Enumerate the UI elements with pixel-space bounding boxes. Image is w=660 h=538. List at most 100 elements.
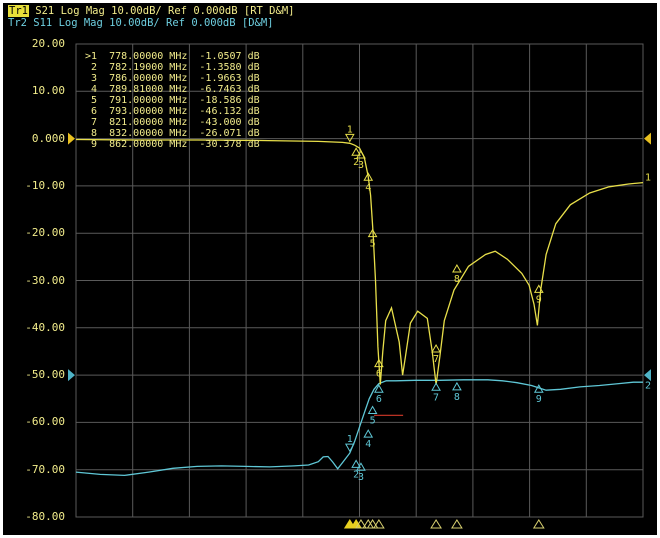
ref-arrow-left-s21[interactable] bbox=[68, 132, 75, 145]
s11-marker-5[interactable]: 5 bbox=[367, 405, 378, 426]
svg-text:9: 9 bbox=[536, 394, 542, 405]
y-tick-label: -70.00 bbox=[25, 462, 65, 476]
marker-value: -6.7463 bbox=[187, 84, 242, 95]
y-tick-label: -80.00 bbox=[25, 510, 65, 523]
marker-unit: MHz bbox=[163, 128, 188, 139]
svg-text:3: 3 bbox=[358, 472, 364, 483]
marker-value: -18.586 bbox=[187, 95, 242, 106]
marker-unit: MHz bbox=[163, 51, 188, 62]
marker-unit: MHz bbox=[163, 62, 188, 73]
marker-db: dB bbox=[241, 95, 260, 106]
y-tick-label: -10.00 bbox=[25, 178, 65, 192]
s11-marker-7[interactable]: 7 bbox=[431, 382, 441, 403]
marker-position-indicator-8[interactable] bbox=[451, 519, 463, 529]
svg-text:6: 6 bbox=[376, 369, 382, 380]
marker-row[interactable]: 6 793.00000 MHz -46.132 dB bbox=[85, 106, 260, 117]
marker-freq: 791.00000 bbox=[97, 95, 164, 106]
marker-db: dB bbox=[241, 51, 260, 62]
marker-row[interactable]: 5 791.00000 MHz -18.586 dB bbox=[85, 95, 260, 106]
marker-row[interactable]: 4 789.81000 MHz -6.7463 dB bbox=[85, 84, 260, 95]
marker-unit: MHz bbox=[163, 95, 188, 106]
marker-freq: 832.00000 bbox=[97, 128, 164, 139]
marker-freq: 786.00000 bbox=[97, 73, 164, 84]
s11-marker-3[interactable]: 3 bbox=[356, 462, 366, 483]
svg-text:3: 3 bbox=[358, 160, 364, 171]
y-tick-label: 0.000 bbox=[31, 131, 65, 145]
ref-arrow-right-s21[interactable] bbox=[644, 132, 651, 145]
marker-db: dB bbox=[241, 62, 260, 73]
marker-unit: MHz bbox=[163, 84, 188, 95]
svg-text:1: 1 bbox=[347, 434, 353, 445]
marker-position-indicator-7[interactable] bbox=[430, 519, 442, 529]
marker-db: dB bbox=[241, 117, 260, 128]
svg-text:1: 1 bbox=[347, 124, 353, 135]
s11-marker-4[interactable]: 4 bbox=[363, 429, 374, 450]
svg-text:8: 8 bbox=[454, 274, 460, 285]
svg-text:4: 4 bbox=[365, 439, 371, 450]
marker-unit: MHz bbox=[163, 106, 188, 117]
marker-db: dB bbox=[241, 84, 260, 95]
marker-id: 3 bbox=[85, 73, 98, 84]
svg-text:7: 7 bbox=[433, 354, 439, 365]
svg-text:4: 4 bbox=[365, 182, 371, 193]
marker-value: -26.071 bbox=[187, 128, 242, 139]
marker-id: 4 bbox=[85, 84, 98, 95]
s21-marker-9[interactable]: 9 bbox=[533, 284, 544, 305]
marker-value: -1.0507 bbox=[187, 51, 242, 62]
ref-arrow-right-s11[interactable] bbox=[644, 369, 651, 382]
y-tick-label: -30.00 bbox=[25, 273, 65, 287]
marker-id: 5 bbox=[85, 95, 98, 106]
s21-marker-3[interactable]: 3 bbox=[356, 150, 366, 171]
marker-id: 7 bbox=[85, 117, 98, 128]
ref-arrow-left-s11[interactable] bbox=[68, 369, 75, 382]
marker-value: -1.9663 bbox=[187, 73, 242, 84]
marker-db: dB bbox=[241, 139, 260, 150]
marker-id: 9 bbox=[85, 139, 98, 150]
s21-marker-7[interactable]: 7 bbox=[431, 343, 441, 365]
marker-row[interactable]: >1 778.00000 MHz -1.0507 dB bbox=[85, 51, 260, 62]
marker-row[interactable]: 8 832.00000 MHz -26.071 dB bbox=[85, 128, 260, 139]
y-tick-label: -60.00 bbox=[25, 415, 65, 429]
marker-freq: 782.19000 bbox=[97, 62, 164, 73]
marker-row[interactable]: 3 786.00000 MHz -1.9663 dB bbox=[85, 73, 260, 84]
marker-id: >1 bbox=[85, 51, 98, 62]
y-tick-label: 20.00 bbox=[31, 37, 65, 50]
svg-text:8: 8 bbox=[454, 392, 460, 403]
svg-text:5: 5 bbox=[370, 415, 376, 426]
marker-id: 6 bbox=[85, 106, 98, 117]
marker-row[interactable]: 7 821.00000 MHz -43.000 dB bbox=[85, 117, 260, 128]
marker-freq: 793.00000 bbox=[97, 106, 164, 117]
trace1-end-label: 1 bbox=[645, 172, 651, 183]
marker-db: dB bbox=[241, 128, 260, 139]
marker-id: 8 bbox=[85, 128, 98, 139]
s11-marker-1[interactable]: 1 bbox=[344, 434, 355, 453]
marker-value: -43.000 bbox=[187, 117, 242, 128]
s11-marker-8[interactable]: 8 bbox=[452, 381, 462, 403]
y-tick-label: -20.00 bbox=[25, 226, 65, 240]
marker-row[interactable]: 2 782.19000 MHz -1.3580 dB bbox=[85, 62, 260, 73]
marker-freq: 821.00000 bbox=[97, 117, 164, 128]
marker-position-indicator-9[interactable] bbox=[532, 519, 545, 529]
marker-freq: 862.00000 bbox=[97, 139, 164, 150]
y-tick-label: -50.00 bbox=[25, 368, 65, 382]
marker-row[interactable]: 9 862.00000 MHz -30.378 dB bbox=[85, 139, 260, 150]
marker-value: -46.132 bbox=[187, 106, 242, 117]
y-tick-label: 10.00 bbox=[31, 84, 65, 98]
s11-marker-6[interactable]: 6 bbox=[374, 384, 384, 405]
marker-unit: MHz bbox=[163, 117, 188, 128]
svg-text:5: 5 bbox=[370, 239, 376, 250]
marker-value: -30.378 bbox=[187, 139, 242, 150]
y-tick-label: -40.00 bbox=[25, 320, 65, 334]
marker-unit: MHz bbox=[163, 139, 188, 150]
marker-db: dB bbox=[241, 73, 260, 84]
marker-value: -1.3580 bbox=[187, 62, 242, 73]
svg-text:6: 6 bbox=[376, 394, 382, 405]
marker-id: 2 bbox=[85, 62, 98, 73]
s21-marker-8[interactable]: 8 bbox=[452, 264, 462, 285]
vna-screen: Tr1 S21 Log Mag 10.00dB/ Ref 0.000dB [RT… bbox=[3, 3, 657, 535]
marker-freq: 789.81000 bbox=[97, 84, 164, 95]
svg-text:9: 9 bbox=[536, 294, 542, 305]
trace2-end-label: 2 bbox=[645, 381, 651, 392]
svg-text:7: 7 bbox=[433, 392, 439, 403]
marker-unit: MHz bbox=[163, 73, 188, 84]
